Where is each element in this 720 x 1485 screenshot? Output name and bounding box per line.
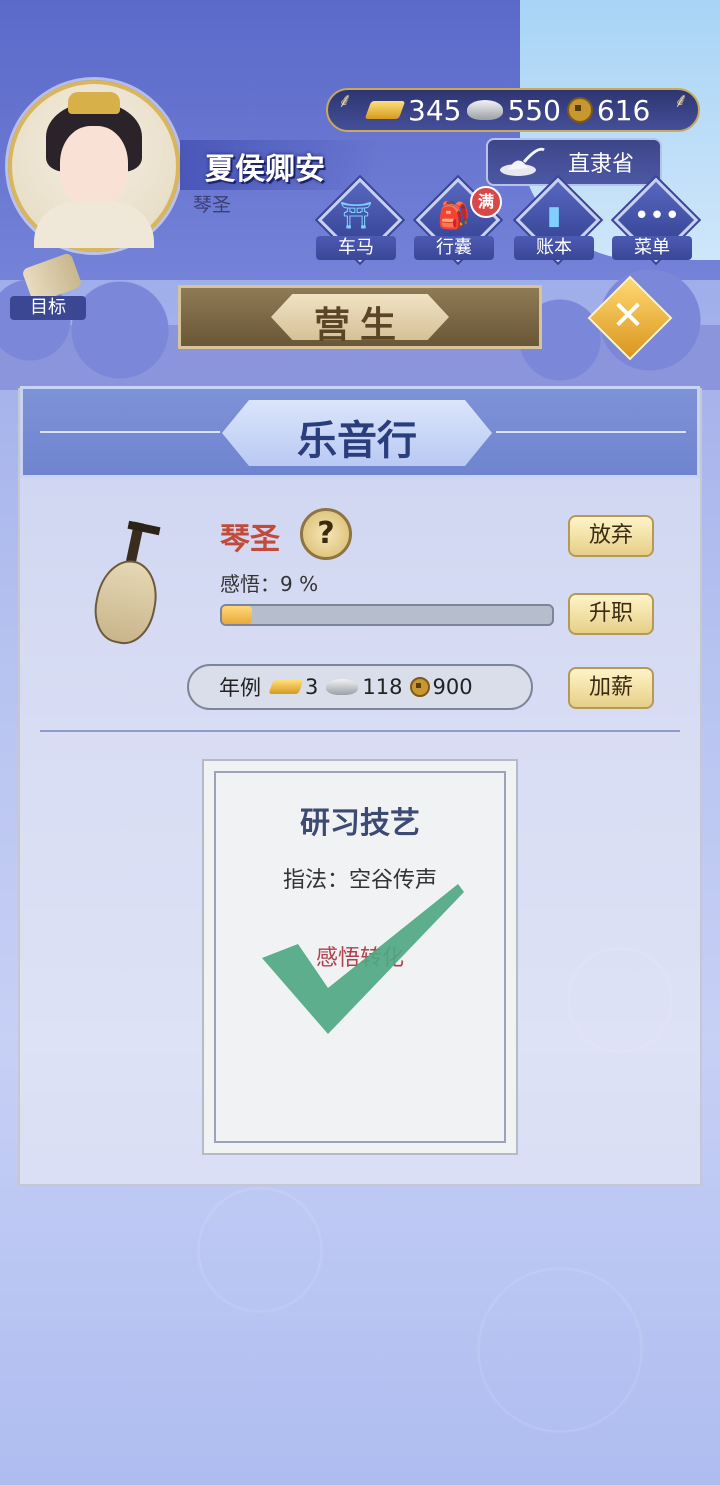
bamboo-right-icon: ⸙: [673, 88, 689, 112]
silver-ingot-icon: [326, 679, 359, 695]
raise-salary-button[interactable]: 加薪: [568, 667, 654, 709]
salary-silver: 118: [362, 675, 403, 699]
player-title: 琴圣: [193, 194, 232, 216]
job-name: 琴圣: [220, 522, 280, 557]
salary-label: 年例: [219, 676, 261, 700]
copper-coin-icon: [566, 97, 593, 123]
menu-carriage-label: 车马: [316, 236, 396, 260]
salary-gold: 3: [305, 675, 319, 699]
avatar-crown: [68, 92, 120, 114]
card-title: 研习技艺: [300, 806, 420, 841]
gold-amount: 345: [408, 93, 462, 127]
salary-copper: 900: [432, 675, 473, 699]
silver-amount: 550: [507, 93, 561, 127]
copper-coin-icon: [410, 677, 431, 697]
bamboo-left-icon: ⸙: [337, 88, 353, 112]
silver-ingot-icon: [467, 100, 504, 120]
header-divider-right: [496, 431, 686, 433]
province-label: 直隶省: [568, 152, 635, 177]
panel-title: 乐音行: [297, 418, 417, 464]
goal-button[interactable]: 目标: [10, 252, 86, 322]
avatar-face: [60, 126, 128, 208]
gold-ingot-icon: [268, 680, 304, 694]
player-avatar[interactable]: [8, 80, 180, 252]
province-button[interactable]: 直隶省: [486, 138, 662, 186]
gold-ingot-icon: [364, 101, 406, 119]
promote-button[interactable]: 升职: [568, 593, 654, 635]
insight-label: 感悟：9 %: [220, 572, 319, 596]
silver-currency: 550: [467, 93, 561, 127]
menu-carriage-button[interactable]: ⛩ 车马: [316, 177, 403, 266]
gold-currency: 345: [364, 93, 462, 127]
copper-amount: 616: [596, 93, 651, 127]
menu-ledger-button[interactable]: ▮ 账本: [514, 177, 601, 266]
annual-salary: 年例 3 118 900: [187, 664, 533, 710]
insight-progress-bar: [220, 604, 554, 626]
official-hat-icon: [500, 147, 545, 176]
player-name: 夏侯卿安: [205, 152, 325, 187]
abandon-button[interactable]: 放弃: [568, 515, 654, 557]
currency-bar: ⸙ 345 550 616 ⸙: [326, 88, 700, 132]
bag-icon: 🎒: [437, 201, 471, 231]
menu-bag-button[interactable]: 🎒 行囊 满: [414, 177, 502, 266]
bag-full-badge: 满: [470, 186, 502, 218]
menu-more-button[interactable]: ••• 菜单: [612, 177, 699, 266]
panel-divider: [40, 730, 680, 732]
insight-progress-fill: [222, 606, 252, 624]
section-banner: 营生: [178, 285, 542, 349]
help-button[interactable]: ?: [300, 508, 352, 560]
goal-label: 目标: [10, 296, 86, 320]
header-divider-left: [40, 431, 220, 433]
copper-currency: 616: [566, 93, 651, 127]
menu-ledger-label: 账本: [514, 236, 594, 260]
more-icon: •••: [634, 201, 681, 231]
checkmark-icon: [262, 884, 464, 1034]
menu-more-label: 菜单: [612, 236, 692, 260]
menu-bag-label: 行囊: [414, 236, 494, 260]
avatar-robe: [34, 202, 154, 248]
close-icon: ✕: [611, 293, 645, 339]
banner-title: 营生: [313, 305, 406, 346]
ledger-icon: ▮: [546, 201, 562, 231]
carriage-icon: ⛩: [339, 201, 373, 231]
